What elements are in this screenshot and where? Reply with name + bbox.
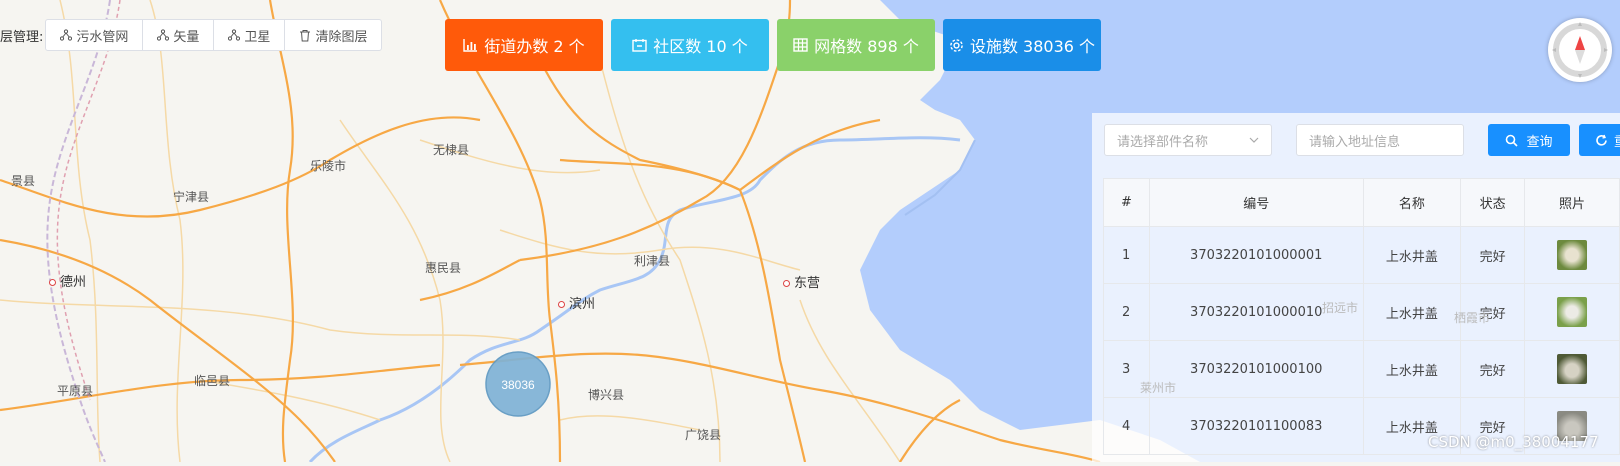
map-label: 广饶县: [685, 428, 722, 442]
part-name-select[interactable]: 请选择部件名称: [1104, 124, 1272, 156]
refresh-icon: [1595, 134, 1608, 147]
table-row[interactable]: 3 3703220101000100 上水井盖 完好: [1103, 340, 1620, 398]
map-label: 栖霞市: [1454, 311, 1491, 325]
map-label: 无棣县: [433, 143, 470, 157]
layer-button-satellite[interactable]: 卫星: [214, 20, 286, 50]
query-button[interactable]: 查询: [1488, 124, 1570, 156]
layer-toolbar-title: 层管理:: [0, 29, 44, 45]
photo-thumbnail[interactable]: [1557, 354, 1588, 384]
city-dot-icon: [558, 301, 565, 308]
watermark: CSDN @m0_38004177: [1428, 433, 1599, 451]
photo-thumbnail[interactable]: [1557, 240, 1588, 270]
settings-icon: [949, 38, 964, 53]
row-name: 上水井盖: [1362, 340, 1462, 398]
map-label: 招远市: [1322, 301, 1359, 315]
row-name: 上水井盖: [1362, 226, 1462, 284]
facility-table: # 编号 名称 状态 照片 1 3703220101000001 上水井盖 完好…: [1103, 178, 1620, 455]
satellite-icon: [228, 29, 241, 41]
photo-thumbnail[interactable]: [1557, 297, 1588, 327]
row-photo-cell: [1524, 340, 1620, 398]
vector-icon: [157, 29, 170, 41]
map-city: 东营: [783, 272, 820, 291]
row-status: 完好: [1460, 340, 1526, 398]
col-header-code[interactable]: 编号: [1148, 178, 1364, 227]
bar-chart-icon: [463, 38, 478, 52]
reset-button[interactable]: 重: [1579, 124, 1620, 156]
map-label: 乐陵市: [310, 159, 347, 173]
map-city: 滨州: [558, 293, 595, 312]
compass-control[interactable]: [1548, 18, 1612, 82]
map-label: 宁津县: [173, 190, 210, 204]
col-header-index[interactable]: #: [1103, 178, 1150, 227]
cluster-count: 38036: [501, 378, 535, 392]
map-label: 临邑县: [194, 374, 231, 388]
city-dot-icon: [783, 280, 790, 287]
layer-button-group: 污水管网 矢量 卫星 清除图层: [45, 19, 383, 51]
trash-icon: [299, 29, 311, 42]
layer-button-clear[interactable]: 清除图层: [285, 20, 381, 50]
table-header-row: # 编号 名称 状态 照片: [1103, 178, 1620, 227]
row-photo-cell: [1524, 283, 1620, 341]
col-header-status[interactable]: 状态: [1460, 178, 1526, 227]
row-code: 3703220101000001: [1148, 226, 1364, 284]
map-label: 博兴县: [588, 388, 625, 402]
map-label: 景县: [11, 174, 36, 188]
table-row[interactable]: 1 3703220101000001 上水井盖 完好: [1103, 226, 1620, 284]
map-label: 平原县: [57, 384, 94, 398]
facility-query-panel: 请选择部件名称 请输入地址信息 查询 重 # 编号 名称 状态 照片 1 370…: [1092, 113, 1620, 462]
row-index: 2: [1103, 283, 1150, 341]
row-index: 1: [1103, 226, 1150, 284]
row-photo-cell: [1524, 226, 1620, 284]
col-header-photo[interactable]: 照片: [1524, 178, 1620, 227]
address-input[interactable]: 请输入地址信息: [1296, 124, 1464, 156]
map-city: 德州: [49, 271, 86, 290]
city-dot-icon: [49, 279, 56, 286]
layer-button-vector[interactable]: 矢量: [143, 20, 215, 50]
row-code: 3703220101100083: [1148, 397, 1364, 455]
row-index: 4: [1103, 397, 1150, 455]
chevron-down-icon: [1249, 134, 1259, 149]
row-name: 上水井盖: [1362, 283, 1462, 341]
calendar-icon: [632, 38, 647, 52]
stat-card-streets[interactable]: 街道办数 2 个: [445, 19, 603, 71]
stat-card-communities[interactable]: 社区数 10 个: [611, 19, 769, 71]
layer-button-sewer[interactable]: 污水管网: [46, 20, 144, 50]
col-header-name[interactable]: 名称: [1362, 178, 1462, 227]
row-status: 完好: [1460, 226, 1526, 284]
search-icon: [1505, 134, 1519, 147]
grid-icon: [793, 38, 808, 52]
map-label: 惠民县: [425, 261, 462, 275]
map-label: 莱州市: [1140, 381, 1177, 395]
stat-card-grids[interactable]: 网格数 898 个: [777, 19, 935, 71]
row-code: 3703220101000100: [1148, 340, 1364, 398]
stat-card-facilities[interactable]: 设施数 38036 个: [943, 19, 1101, 71]
map-label: 利津县: [634, 254, 671, 268]
layer-toolbar: 层管理: 污水管网 矢量 卫星 清除图层: [0, 19, 383, 51]
compass-icon: [1552, 22, 1608, 78]
network-icon: [60, 29, 73, 41]
table-row[interactable]: 2 3703220101000010 上水井盖 完好: [1103, 283, 1620, 341]
